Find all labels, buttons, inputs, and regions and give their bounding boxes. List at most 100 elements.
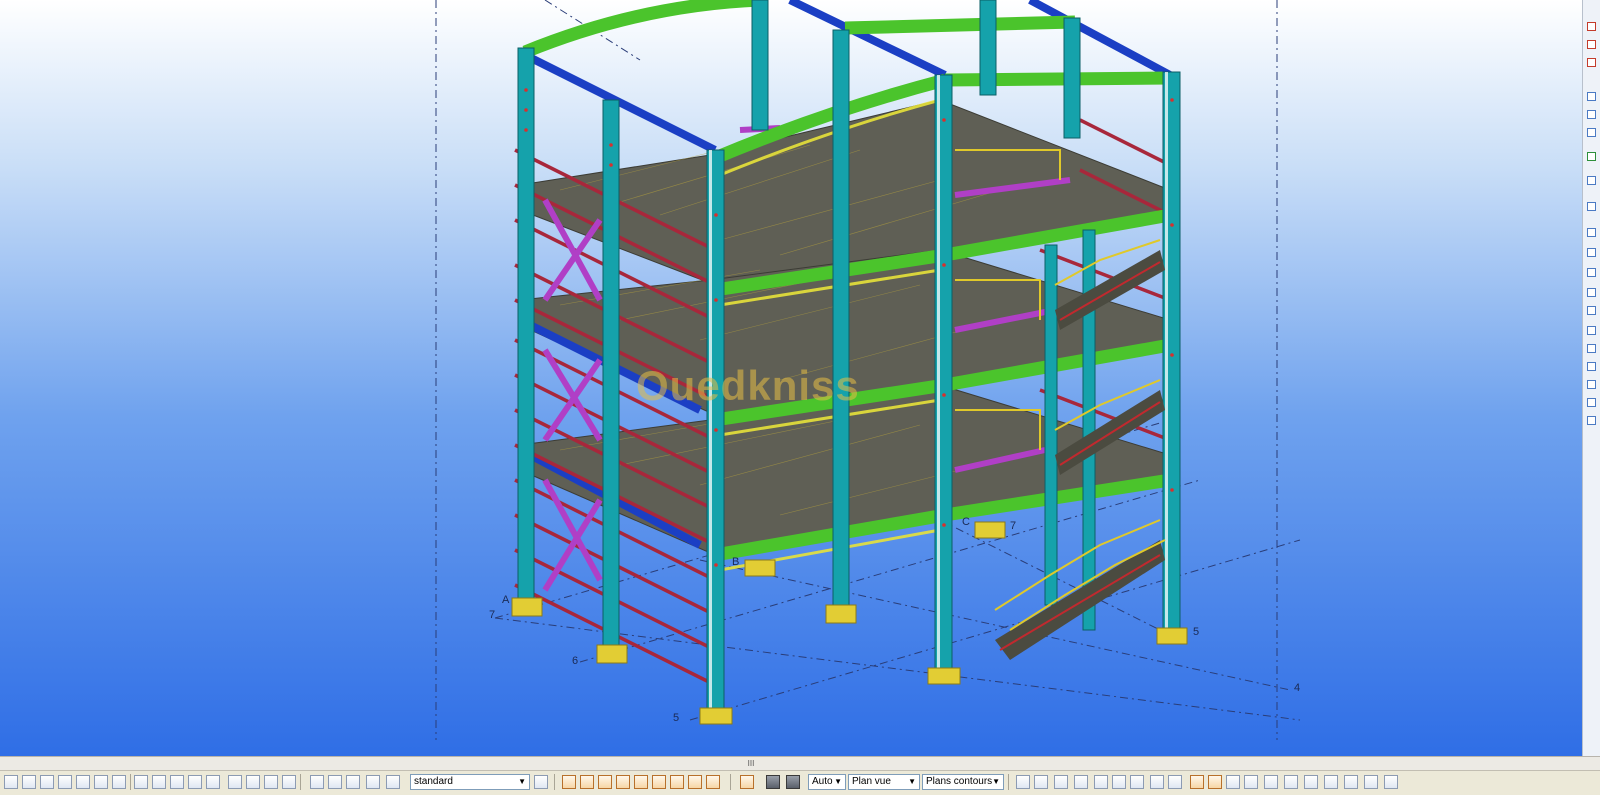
clip-plane-icon[interactable]: [1150, 775, 1164, 789]
select-object-icon[interactable]: [170, 775, 184, 789]
close-icon[interactable]: [1208, 775, 1222, 789]
rail-button[interactable]: [1587, 248, 1596, 257]
snap-line-extension-icon[interactable]: [634, 775, 648, 789]
inquire-icon[interactable]: [1344, 775, 1358, 789]
select-part-icon[interactable]: [22, 775, 36, 789]
snap-mode-select[interactable]: Auto ▼: [808, 774, 846, 790]
rail-button[interactable]: [1587, 416, 1596, 425]
settings-icon[interactable]: [1384, 775, 1398, 789]
rail-button[interactable]: [1587, 58, 1596, 67]
select-surface-icon[interactable]: [40, 775, 54, 789]
rail-button[interactable]: [1587, 268, 1596, 277]
select-view-icon[interactable]: [112, 775, 126, 789]
view-plane-icon[interactable]: [786, 775, 800, 789]
rail-button[interactable]: [1587, 22, 1596, 31]
snap-any-position-icon[interactable]: [616, 775, 630, 789]
snap-geometry-icon[interactable]: [580, 775, 594, 789]
rail-button[interactable]: [1587, 128, 1596, 137]
grid-label-5-front: 5: [673, 712, 680, 724]
plane-view-select[interactable]: Plan vue ▼: [848, 774, 920, 790]
select-weld-icon[interactable]: [58, 775, 72, 789]
toolbar-separator: [730, 774, 731, 790]
grid-label-c: C: [962, 516, 970, 528]
network-icon[interactable]: [1304, 775, 1318, 789]
snap-end-icon[interactable]: [246, 775, 260, 789]
snap-mid-icon[interactable]: [282, 775, 296, 789]
pencil-icon[interactable]: [740, 775, 754, 789]
snap-line-icon[interactable]: [346, 775, 360, 789]
select-all-icon[interactable]: [4, 775, 18, 789]
work-plane-icon[interactable]: [766, 775, 780, 789]
plane-contours-value: Plans contours: [926, 776, 993, 787]
chevron-down-icon: ▼: [518, 777, 526, 786]
rail-button[interactable]: [1587, 202, 1596, 211]
select-point-icon[interactable]: [206, 775, 220, 789]
rail-button[interactable]: [1587, 152, 1596, 161]
align-icon[interactable]: [1264, 775, 1278, 789]
view-properties-icon[interactable]: [1034, 775, 1048, 789]
plane-contours-select[interactable]: Plans contours ▼: [922, 774, 1004, 790]
select-reference-icon[interactable]: [188, 775, 202, 789]
grid-label-7-mid: 7: [1010, 520, 1017, 532]
toolbar-separator: [130, 774, 131, 790]
select-assembly-icon[interactable]: [152, 775, 166, 789]
scrollbar-thumb[interactable]: III: [726, 759, 776, 768]
copy-icon[interactable]: [1226, 775, 1240, 789]
snap-ref-lines-icon[interactable]: [562, 775, 576, 789]
snap-center-icon[interactable]: [264, 775, 278, 789]
snap-orthogonal-icon[interactable]: [688, 775, 702, 789]
move-icon[interactable]: [1244, 775, 1258, 789]
rail-button[interactable]: [1587, 380, 1596, 389]
snap-check-icon[interactable]: [706, 775, 720, 789]
grid-label-b: B: [732, 556, 740, 568]
rail-button[interactable]: [1587, 344, 1596, 353]
chevron-down-icon: ▼: [908, 777, 916, 786]
select-grid-icon[interactable]: [94, 775, 108, 789]
snap-nearest-icon[interactable]: [366, 775, 380, 789]
snap-mode-value: Auto: [812, 776, 833, 787]
rail-button[interactable]: [1587, 362, 1596, 371]
filter-settings-icon[interactable]: [534, 775, 548, 789]
fly-icon[interactable]: [1130, 775, 1144, 789]
select-bolt-icon[interactable]: [76, 775, 90, 789]
toolbar-separator: [554, 774, 555, 790]
chevron-down-icon: ▼: [834, 777, 842, 786]
snap-intersection-icon[interactable]: [310, 775, 324, 789]
horizontal-scrollbar[interactable]: III: [0, 756, 1600, 771]
snap-point-icon[interactable]: [228, 775, 242, 789]
rail-button[interactable]: [1587, 40, 1596, 49]
rail-button[interactable]: [1587, 176, 1596, 185]
delete-icon[interactable]: [1190, 775, 1204, 789]
grid-label-7-left: 7: [489, 609, 496, 621]
rail-button[interactable]: [1587, 398, 1596, 407]
report-icon[interactable]: [1364, 775, 1378, 789]
bottom-toolbar: standard ▼ Auto ▼ Plan vue ▼ Plans conto…: [0, 770, 1600, 795]
snap-plane-icon[interactable]: [652, 775, 666, 789]
rail-button[interactable]: [1587, 228, 1596, 237]
snap-free-icon[interactable]: [386, 775, 400, 789]
snap-grid-icon[interactable]: [670, 775, 684, 789]
snap-nearest-point-icon[interactable]: [598, 775, 612, 789]
show-parts-icon[interactable]: [1168, 775, 1182, 789]
pan-icon[interactable]: [1094, 775, 1108, 789]
zoom-icon[interactable]: [1054, 775, 1068, 789]
selection-filter-select[interactable]: standard ▼: [410, 774, 530, 790]
select-component-icon[interactable]: [134, 775, 148, 789]
grid-label-6: 6: [572, 655, 579, 667]
rotate-icon[interactable]: [1112, 775, 1126, 789]
rail-button[interactable]: [1587, 92, 1596, 101]
zoom-window-icon[interactable]: [1074, 775, 1088, 789]
model-viewport[interactable]: A B C 7 7 6 5 5 4 Ouedkniss: [0, 0, 1582, 756]
rail-button[interactable]: [1587, 306, 1596, 315]
snap-perpendicular-icon[interactable]: [328, 775, 342, 789]
rail-button[interactable]: [1587, 288, 1596, 297]
rail-button[interactable]: [1587, 326, 1596, 335]
grid-label-5-right: 5: [1193, 626, 1200, 638]
create-view-icon[interactable]: [1016, 775, 1030, 789]
measure-icon[interactable]: [1284, 775, 1298, 789]
grid-label-a: A: [502, 594, 510, 606]
watermark: Ouedkniss: [636, 362, 860, 409]
clash-check-icon[interactable]: [1324, 775, 1338, 789]
grid-label-4: 4: [1294, 682, 1301, 694]
rail-button[interactable]: [1587, 110, 1596, 119]
